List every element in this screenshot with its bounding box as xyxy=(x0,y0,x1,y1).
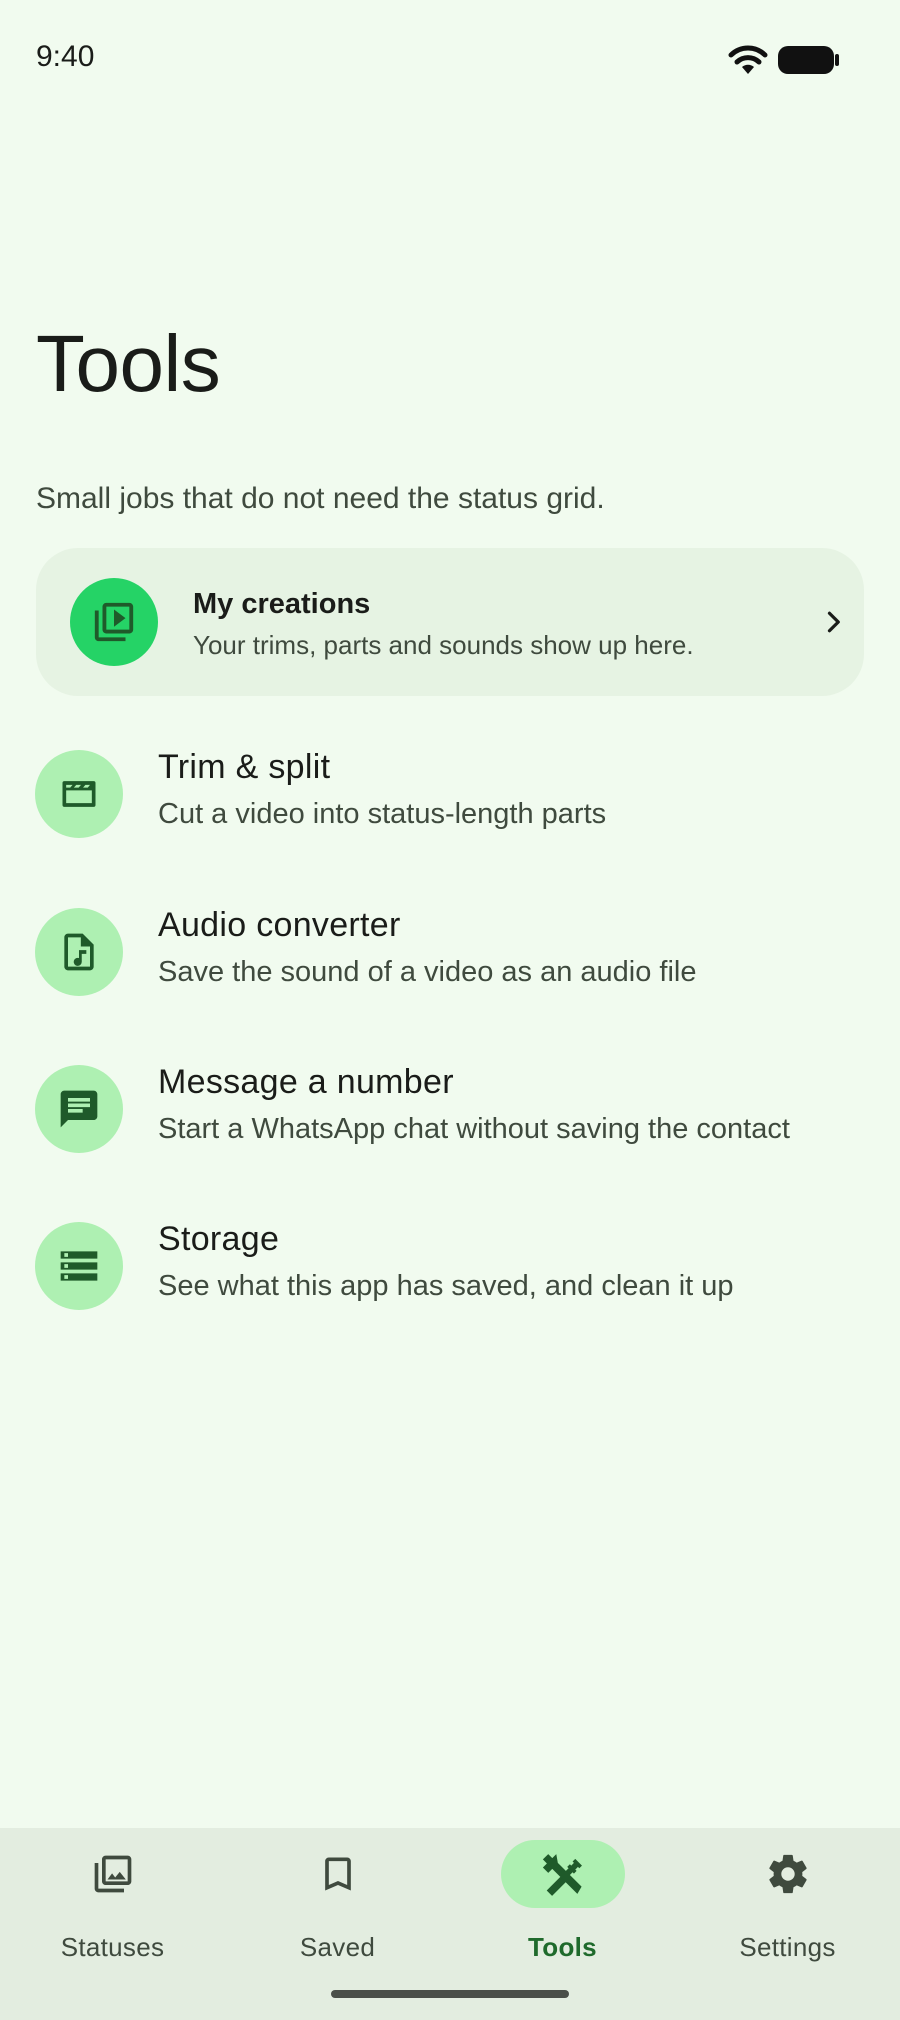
nav-label: Settings xyxy=(739,1932,836,1962)
video-library-icon xyxy=(70,578,158,666)
battery-icon xyxy=(778,46,839,74)
tool-item-message-number[interactable]: Message a number Start a WhatsApp chat w… xyxy=(0,1043,900,1183)
tool-title: Trim & split xyxy=(158,748,331,786)
tool-title: Audio converter xyxy=(158,906,401,944)
page-subtitle: Small jobs that do not need the status g… xyxy=(36,482,605,515)
nav-pill xyxy=(51,1840,175,1908)
storage-icon xyxy=(35,1222,123,1310)
tool-description: Save the sound of a video as an audio fi… xyxy=(158,956,697,988)
nav-item-saved[interactable]: Saved xyxy=(225,1828,450,1978)
nav-label: Saved xyxy=(299,1932,376,1962)
gallery-icon xyxy=(94,1855,131,1893)
chevron-right-icon xyxy=(827,611,840,633)
tool-item-storage[interactable]: Storage See what this app has saved, and… xyxy=(0,1200,900,1340)
nav-pill xyxy=(726,1840,850,1908)
nav-item-statuses[interactable]: Statuses xyxy=(0,1828,225,1978)
status-bar: 9:40 xyxy=(0,0,900,118)
tool-item-trim-split[interactable]: Trim & split Cut a video into status-len… xyxy=(0,728,900,868)
nav-pill xyxy=(500,1840,625,1908)
page-title: Tools xyxy=(36,319,221,408)
tool-title: Message a number xyxy=(158,1063,454,1101)
chat-icon xyxy=(35,1065,123,1153)
bookmark-icon xyxy=(324,1857,351,1891)
nav-label: Tools xyxy=(528,1932,597,1962)
wifi-icon xyxy=(728,45,768,74)
my-creations-title: My creations xyxy=(193,588,371,620)
gear-icon xyxy=(768,1854,807,1894)
audio-file-icon xyxy=(35,908,123,996)
tool-description: See what this app has saved, and clean i… xyxy=(158,1270,734,1302)
tool-description: Cut a video into status-length parts xyxy=(158,798,607,830)
nav-pill xyxy=(276,1840,400,1908)
tools-icon xyxy=(542,1854,582,1896)
status-time: 9:40 xyxy=(36,40,95,73)
tool-item-audio-converter[interactable]: Audio converter Save the sound of a vide… xyxy=(0,886,900,1026)
nav-label: Statuses xyxy=(60,1932,165,1962)
clapperboard-icon xyxy=(35,750,123,838)
tool-title: Storage xyxy=(158,1220,280,1258)
home-indicator[interactable] xyxy=(331,1990,569,1998)
nav-item-settings[interactable]: Settings xyxy=(675,1828,900,1978)
my-creations-card[interactable]: My creations Your trims, parts and sound… xyxy=(36,548,864,696)
nav-item-tools[interactable]: Tools xyxy=(450,1828,675,1978)
my-creations-description: Your trims, parts and sounds show up her… xyxy=(193,630,694,660)
tool-description: Start a WhatsApp chat without saving the… xyxy=(158,1113,790,1145)
